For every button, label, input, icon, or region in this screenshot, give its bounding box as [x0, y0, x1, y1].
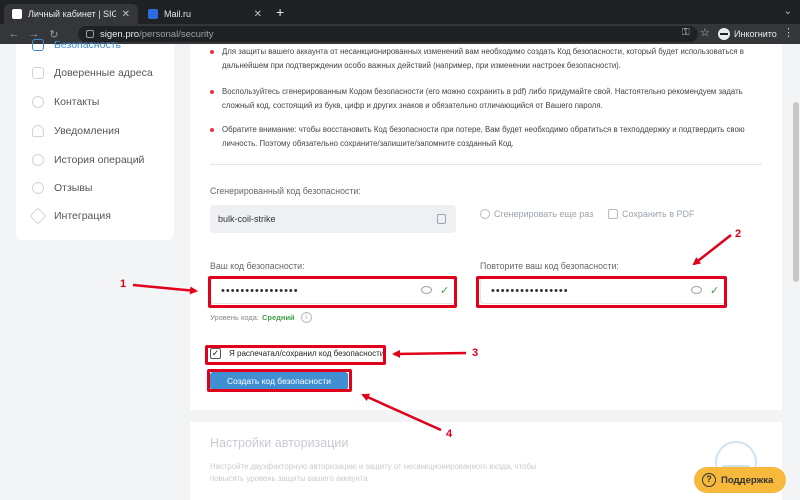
arrow-3: [392, 349, 467, 358]
arrow-4: [361, 393, 442, 432]
arrow-2: [692, 234, 732, 266]
arrow-1: [132, 283, 198, 295]
annotation-arrows: [132, 234, 732, 432]
